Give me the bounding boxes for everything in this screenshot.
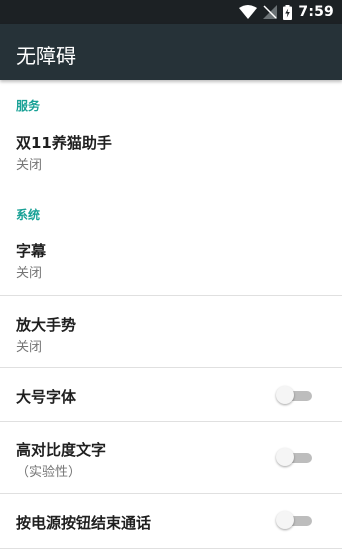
setting-summary: 关闭 xyxy=(16,340,43,355)
setting-title: 按电源按钮结束通话 xyxy=(16,514,152,532)
setting-summary: 关闭 xyxy=(16,158,43,173)
setting-item-high-contrast-text[interactable]: 高对比度文字 （实验性） xyxy=(0,422,342,493)
switch-thumb xyxy=(276,511,294,529)
page-title: 无障碍 xyxy=(16,44,76,68)
large-text-switch[interactable] xyxy=(276,386,316,406)
status-bar: 7:59 xyxy=(0,0,342,24)
setting-title: 大号字体 xyxy=(16,388,77,406)
battery-charging-icon xyxy=(283,4,293,20)
section-header-system: 系统 xyxy=(16,208,41,222)
status-icons: 7:59 xyxy=(239,0,334,24)
power-ends-call-switch[interactable] xyxy=(276,511,316,531)
setting-item-cat-helper[interactable]: 双11养猫助手 关闭 xyxy=(0,116,342,188)
setting-summary: 关闭 xyxy=(16,266,43,281)
switch-thumb xyxy=(276,448,294,466)
switch-thumb xyxy=(276,386,294,404)
setting-title: 字幕 xyxy=(16,242,47,260)
setting-summary: （实验性） xyxy=(16,465,82,480)
setting-title: 双11养猫助手 xyxy=(16,134,112,152)
setting-item-power-ends-call[interactable]: 按电源按钮结束通话 xyxy=(0,494,342,548)
setting-item-large-text[interactable]: 大号字体 xyxy=(0,368,342,421)
setting-item-magnification[interactable]: 放大手势 关闭 xyxy=(0,296,342,367)
section-header-services: 服务 xyxy=(16,99,41,113)
divider xyxy=(0,548,342,549)
high-contrast-switch[interactable] xyxy=(276,448,316,468)
setting-title: 放大手势 xyxy=(16,316,77,334)
wifi-icon xyxy=(239,5,258,19)
no-signal-icon xyxy=(263,5,278,19)
app-bar: 无障碍 xyxy=(0,24,342,80)
status-time: 7:59 xyxy=(298,4,334,20)
setting-title: 高对比度文字 xyxy=(16,441,107,459)
setting-item-captions[interactable]: 字幕 关闭 xyxy=(0,225,342,295)
